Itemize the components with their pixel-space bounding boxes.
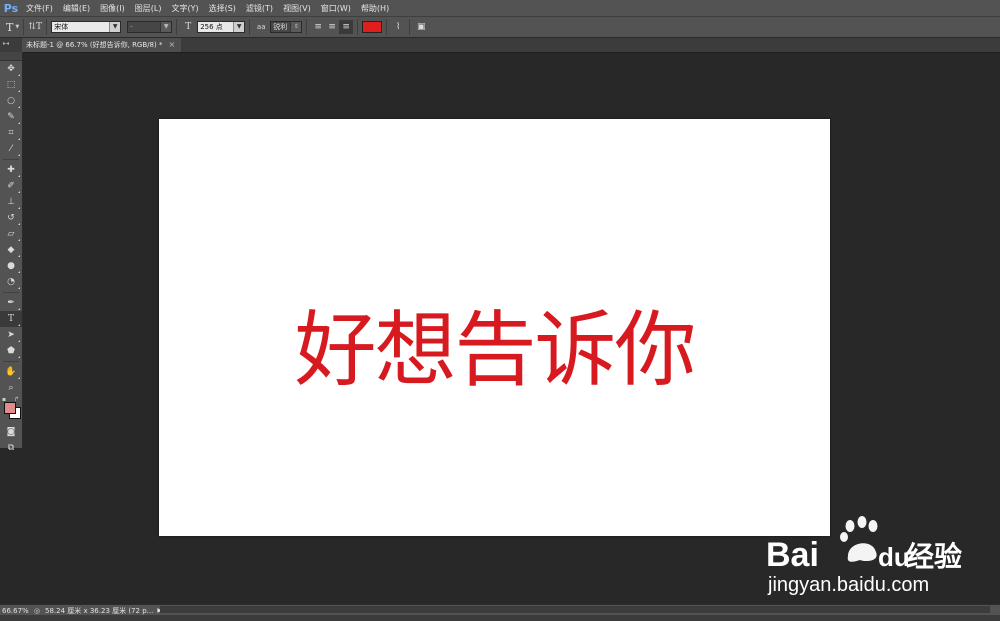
watermark-brand-du: du	[878, 542, 910, 572]
lasso-tool-icon[interactable]: ○	[0, 93, 22, 109]
panel-grip[interactable]	[0, 52, 22, 61]
document-tab-bar: ▸◂ 未标题-1 @ 66.7% (好想告诉你, RGB/8) * ×	[0, 38, 1000, 53]
canvas-text-layer[interactable]: 好想告诉你	[294, 283, 696, 402]
brush-tool-icon[interactable]: ✐	[0, 178, 22, 194]
antialias-icon: aa	[256, 23, 266, 31]
menu-filter[interactable]: 滤镜(T)	[242, 3, 277, 14]
document-canvas[interactable]: 好想告诉你	[159, 119, 830, 536]
zoom-level[interactable]: 66.67%	[0, 607, 32, 615]
eraser-tool-icon[interactable]: ▱	[0, 226, 22, 242]
warp-text-icon[interactable]: ⌇	[391, 20, 405, 34]
font-style-value: -	[130, 23, 133, 31]
close-icon[interactable]: ×	[168, 38, 175, 52]
character-panel-icon[interactable]: ▣	[414, 20, 428, 34]
blur-tool-icon[interactable]: ●	[0, 258, 22, 274]
font-family-select[interactable]: 宋体 ▼	[51, 21, 122, 33]
menu-select[interactable]: 选择(S)	[205, 3, 240, 14]
move-tool-icon[interactable]: ✥	[0, 61, 22, 77]
menu-window[interactable]: 窗口(W)	[317, 3, 355, 14]
font-size-select[interactable]: 256 点 ▼	[197, 21, 246, 33]
preset-dropdown-icon[interactable]: ▼	[15, 24, 19, 30]
text-color-swatch[interactable]	[362, 21, 383, 33]
path-selection-tool-icon[interactable]: ➤	[0, 327, 22, 343]
crop-tool-icon[interactable]: ⌗	[0, 125, 22, 141]
type-tool-preset-icon[interactable]: T	[6, 21, 13, 34]
options-bar: T ▼ ⇅T 宋体 ▼ - ▼ T 256 点 ▼ aa 锐利 ⇕ ≡ ≡ ≡ …	[0, 16, 1000, 38]
document-tab[interactable]: 未标题-1 @ 66.7% (好想告诉你, RGB/8) * ×	[22, 38, 182, 52]
document-profile-icon[interactable]: ◎	[32, 607, 42, 615]
menu-image[interactable]: 图像(I)	[96, 3, 129, 14]
color-swatches: ▪ ↱	[0, 396, 22, 424]
watermark-url: jingyan.baidu.com	[768, 574, 930, 596]
menu-bar: Ps 文件(F) 编辑(E) 图像(I) 图层(L) 文字(Y) 选择(S) 滤…	[0, 0, 1000, 16]
chevron-updown-icon: ⇕	[290, 22, 302, 32]
antialias-value: 锐利	[273, 23, 288, 31]
history-brush-tool-icon[interactable]: ↺	[0, 210, 22, 226]
pen-tool-icon[interactable]: ✒	[0, 295, 22, 311]
divider	[3, 292, 19, 293]
align-right-icon[interactable]: ≡	[339, 20, 354, 34]
watermark-product-text: 经验	[906, 540, 962, 573]
healing-brush-tool-icon[interactable]: ✚	[0, 162, 22, 178]
antialias-select[interactable]: 锐利 ⇕	[270, 21, 303, 33]
baidu-logo: Bai du 经验	[766, 516, 962, 574]
collapse-panel-icon[interactable]: ▸◂	[3, 40, 9, 47]
screen-mode-icon[interactable]: ⧉	[0, 440, 22, 456]
font-style-select[interactable]: - ▼	[127, 21, 173, 33]
align-center-icon[interactable]: ≡	[325, 20, 339, 34]
photoshop-logo: Ps	[3, 1, 19, 15]
quick-mask-icon[interactable]: ◙	[0, 424, 22, 440]
align-left-icon[interactable]: ≡	[311, 20, 325, 34]
font-size-value: 256 点	[200, 23, 223, 31]
divider	[176, 19, 178, 35]
divider	[357, 19, 359, 35]
clone-stamp-tool-icon[interactable]: ⊥	[0, 194, 22, 210]
horizontal-scrollbar[interactable]	[160, 606, 990, 613]
document-tab-title: 未标题-1 @ 66.7% (好想告诉你, RGB/8) *	[26, 41, 163, 49]
paint-bucket-tool-icon[interactable]: ◆	[0, 242, 22, 258]
type-tool-icon[interactable]: T	[0, 311, 22, 327]
chevron-down-icon: ▼	[233, 22, 245, 32]
font-family-value: 宋体	[54, 23, 69, 31]
menu-help[interactable]: 帮助(H)	[357, 3, 393, 14]
divider	[3, 159, 19, 160]
document-size-info: 58.24 厘米 x 36.23 厘米 (72 p...	[45, 606, 154, 615]
menu-view[interactable]: 视图(V)	[279, 3, 315, 14]
divider	[386, 19, 388, 35]
shape-tool-icon[interactable]: ⬟	[0, 343, 22, 359]
divider	[306, 19, 308, 35]
menu-file[interactable]: 文件(F)	[22, 3, 57, 14]
divider	[249, 19, 251, 35]
divider	[3, 361, 19, 362]
menu-type[interactable]: 文字(Y)	[167, 3, 202, 14]
quick-select-tool-icon[interactable]: ✎	[0, 109, 22, 125]
eyedropper-tool-icon[interactable]: ⁄	[0, 141, 22, 157]
chevron-down-icon: ▼	[109, 22, 121, 32]
divider	[46, 19, 48, 35]
toggle-text-orientation-icon[interactable]: ⇅T	[28, 20, 42, 34]
marquee-tool-icon[interactable]: ⬚	[0, 77, 22, 93]
watermark-brand-text: Bai	[766, 536, 819, 574]
baidu-jingyan-watermark: Bai du 经验 jingyan.baidu.com	[764, 512, 964, 608]
chevron-down-icon: ▼	[160, 22, 172, 32]
foreground-color-swatch[interactable]	[4, 402, 16, 414]
menu-layer[interactable]: 图层(L)	[131, 3, 166, 14]
dodge-tool-icon[interactable]: ◔	[0, 274, 22, 290]
divider	[23, 19, 25, 35]
menu-edit[interactable]: 编辑(E)	[59, 3, 94, 14]
font-size-icon: T	[185, 22, 192, 32]
zoom-tool-icon[interactable]: ⌕	[0, 380, 22, 396]
hand-tool-icon[interactable]: ✋	[0, 364, 22, 380]
tools-panel: ✥ ⬚ ○ ✎ ⌗ ⁄ ✚ ✐ ⊥ ↺ ▱ ◆ ● ◔ ✒ T ➤ ⬟ ✋ ⌕ …	[0, 52, 23, 453]
divider	[409, 19, 411, 35]
bottom-panel-strip	[0, 615, 1000, 621]
